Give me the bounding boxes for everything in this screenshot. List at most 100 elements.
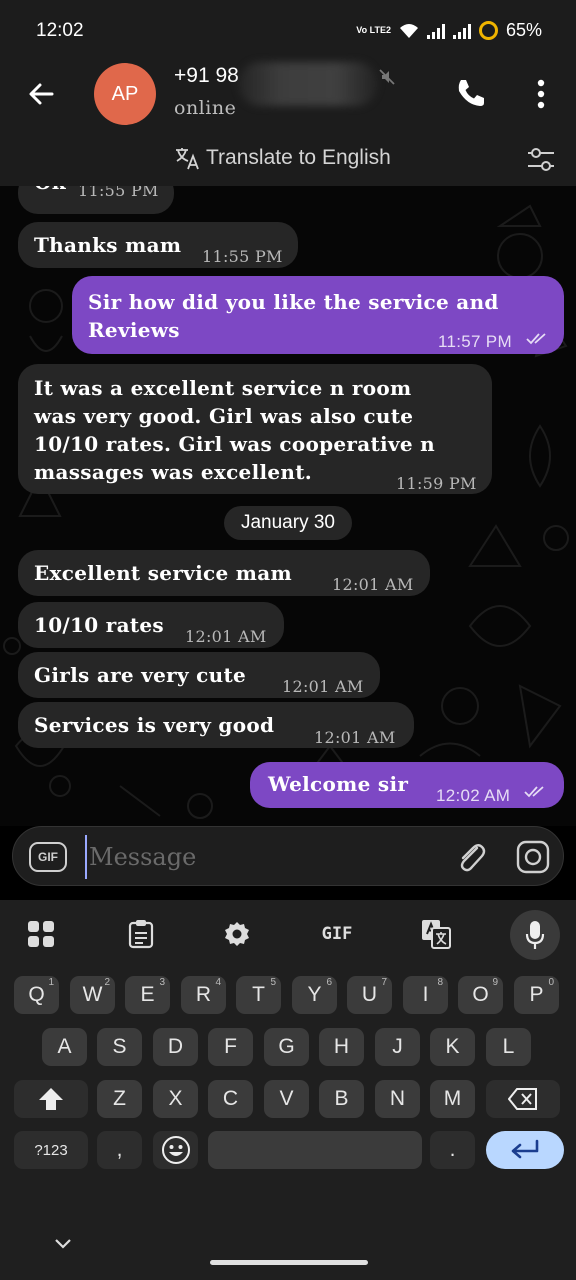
key-e[interactable]: E3: [125, 976, 170, 1014]
enter-key[interactable]: [486, 1131, 564, 1169]
key-h[interactable]: H: [319, 1028, 364, 1066]
key-x[interactable]: X: [153, 1080, 198, 1118]
message-time: 11:59 PM: [396, 474, 477, 493]
gif-button[interactable]: GIF: [29, 842, 67, 872]
key-s[interactable]: S: [97, 1028, 142, 1066]
phone-icon[interactable]: [452, 74, 490, 112]
message-bubble-outgoing[interactable]: Welcome sir 12:02 AM: [250, 762, 564, 808]
read-receipt-icon: [524, 786, 544, 798]
read-receipt-icon: [526, 333, 546, 345]
status-icons: Vo LTE2 65%: [356, 20, 542, 41]
settings-button[interactable]: [216, 912, 258, 956]
message-bubble-incoming[interactable]: Girls are very cute 12:01 AM: [18, 652, 380, 698]
date-separator: January 30: [224, 506, 352, 540]
message-bubble-incoming[interactable]: 10/10 rates 12:01 AM: [18, 602, 284, 648]
message-bubble-incoming[interactable]: It was a excellent service n room was ve…: [18, 364, 492, 494]
key-v[interactable]: V: [264, 1080, 309, 1118]
key-a[interactable]: A: [42, 1028, 87, 1066]
key-y[interactable]: Y6: [292, 976, 337, 1014]
mic-icon: [525, 921, 545, 949]
message-text: Ok: [34, 186, 66, 196]
chat-header: AP +91 98 online: [0, 60, 576, 132]
message-time: 12:01 AM: [282, 677, 364, 696]
shift-icon: [39, 1088, 63, 1110]
message-text: It was a excellent service n room was ve…: [34, 376, 435, 484]
key-u[interactable]: U7: [347, 976, 392, 1014]
key-n[interactable]: N: [375, 1080, 420, 1118]
shift-key[interactable]: [14, 1080, 88, 1118]
symbols-key[interactable]: ?123: [14, 1131, 88, 1169]
key-f[interactable]: F: [208, 1028, 253, 1066]
comma-key[interactable]: ,: [97, 1131, 142, 1169]
clipboard-button[interactable]: [120, 912, 162, 956]
space-key[interactable]: [208, 1131, 422, 1169]
message-text: Welcome sir: [268, 772, 409, 796]
apps-grid-button[interactable]: [20, 912, 62, 956]
gesture-bar[interactable]: [210, 1260, 368, 1265]
message-bubble-incoming[interactable]: Thanks mam 11:55 PM: [18, 222, 298, 268]
backspace-icon: [508, 1088, 537, 1110]
message-bubble-incoming[interactable]: Excellent service mam 12:01 AM: [18, 550, 430, 596]
translate-button[interactable]: Translate to English: [174, 146, 391, 170]
battery-level: 65%: [505, 20, 542, 40]
keyboard: GIF Q1 W2 E3 R4 T5 Y6 U7 I8 O9 P0 A S D …: [0, 900, 576, 1280]
message-bubble-incoming[interactable]: Services is very good 12:01 AM: [18, 702, 414, 748]
key-t[interactable]: T5: [236, 976, 281, 1014]
status-bar: 12:02 Vo LTE2 65%: [0, 0, 576, 60]
redaction-blur: [238, 62, 378, 106]
key-w[interactable]: W2: [70, 976, 115, 1014]
message-time: 12:01 AM: [314, 728, 396, 747]
message-time: 12:01 AM: [332, 575, 414, 594]
camera-icon[interactable]: [515, 839, 551, 875]
key-o[interactable]: O9: [458, 976, 503, 1014]
more-vertical-icon[interactable]: [526, 74, 556, 114]
key-b[interactable]: B: [319, 1080, 364, 1118]
key-l[interactable]: L: [486, 1028, 531, 1066]
key-j[interactable]: J: [375, 1028, 420, 1066]
emoji-key[interactable]: [153, 1131, 198, 1169]
message-time: 11:55 PM: [78, 186, 159, 200]
contact-name[interactable]: +91 98: [174, 64, 239, 88]
key-m[interactable]: M: [430, 1080, 475, 1118]
apps-grid-icon: [28, 921, 54, 947]
key-d[interactable]: D: [153, 1028, 198, 1066]
translate-bar[interactable]: Translate to English: [0, 132, 576, 186]
attach-icon[interactable]: [453, 839, 489, 875]
gif-keyboard-button[interactable]: GIF: [312, 912, 362, 956]
translate-icon: [176, 148, 199, 170]
message-bubble-incoming[interactable]: Ok 11:55 PM: [18, 186, 174, 214]
wifi-icon: [399, 23, 418, 38]
key-p[interactable]: P0: [514, 976, 559, 1014]
status-time: 12:02: [36, 20, 84, 41]
message-text: Excellent service mam: [34, 561, 292, 585]
emoji-icon: [161, 1136, 190, 1164]
message-time: 12:02 AM: [436, 786, 511, 805]
message-bubble-outgoing[interactable]: Sir how did you like the service and Rev…: [72, 276, 564, 354]
key-q[interactable]: Q1: [14, 976, 59, 1014]
period-key[interactable]: .: [430, 1131, 475, 1169]
translate-label: Translate to English: [206, 146, 391, 169]
avatar[interactable]: AP: [94, 63, 156, 125]
message-input[interactable]: [85, 835, 445, 879]
signal-2-icon: [452, 23, 471, 39]
key-c[interactable]: C: [208, 1080, 253, 1118]
chevron-down-icon[interactable]: [52, 1234, 74, 1252]
message-text: Girls are very cute: [34, 663, 247, 687]
muted-icon: [379, 69, 395, 85]
volte-indicator: Vo LTE2: [356, 25, 391, 35]
backspace-key[interactable]: [486, 1080, 560, 1118]
key-k[interactable]: K: [430, 1028, 475, 1066]
message-text: Services is very good: [34, 713, 275, 737]
translate-keyboard-button[interactable]: [416, 912, 456, 956]
tune-icon[interactable]: [526, 146, 556, 174]
key-g[interactable]: G: [264, 1028, 309, 1066]
key-i[interactable]: I8: [403, 976, 448, 1014]
key-z[interactable]: Z: [97, 1080, 142, 1118]
signal-1-icon: [426, 23, 445, 39]
message-text: 10/10 rates: [34, 613, 164, 637]
mic-button[interactable]: [510, 910, 560, 960]
back-arrow-icon[interactable]: [22, 74, 62, 114]
message-time: 12:01 AM: [185, 627, 267, 646]
key-r[interactable]: R4: [181, 976, 226, 1014]
message-list[interactable]: Ok 11:55 PM Thanks mam 11:55 PM Sir how …: [0, 186, 576, 826]
